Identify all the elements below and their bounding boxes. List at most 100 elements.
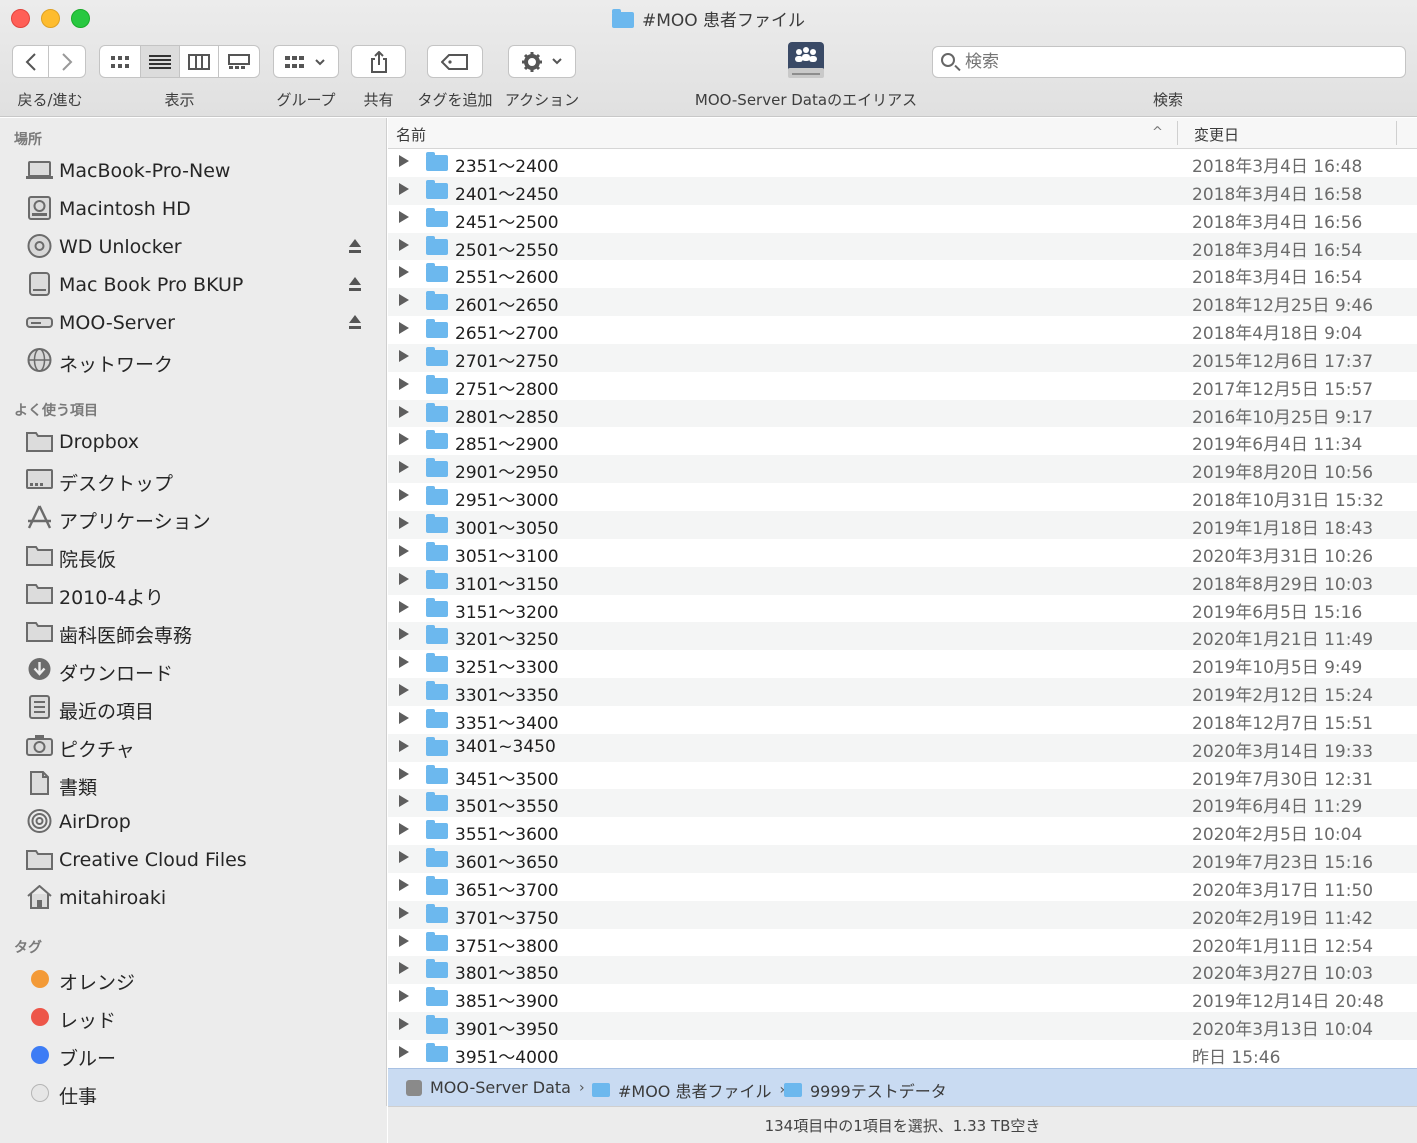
disclosure-triangle-icon[interactable] [399, 851, 409, 864]
disclosure-triangle-icon[interactable] [399, 962, 409, 975]
folder-row[interactable]: 2901〜2950 2019年8月20日 10:56 [388, 455, 1417, 483]
folder-row[interactable]: 3901〜3950 2020年3月13日 10:04 [388, 1012, 1417, 1040]
folder-row[interactable]: 3101〜3150 2018年8月29日 10:03 [388, 566, 1417, 595]
folder-row[interactable]: 3701〜3750 2020年2月19日 11:42 [388, 900, 1417, 929]
disclosure-triangle-icon[interactable] [399, 461, 409, 474]
sidebar-tag-blue[interactable]: ブルー [0, 1038, 386, 1072]
gallery-view-button[interactable] [219, 45, 260, 78]
disclosure-triangle-icon[interactable] [399, 433, 409, 446]
disclosure-triangle-icon[interactable] [399, 934, 409, 947]
search-field[interactable] [932, 46, 1406, 78]
folder-row[interactable]: 3301〜3350 2019年2月12日 15:24 [388, 678, 1417, 706]
folder-row[interactable]: 3401~3450 2020年3月14日 19:33 [388, 733, 1417, 762]
action-button[interactable] [508, 45, 576, 78]
sidebar-item-macbook-pro-new[interactable]: MacBook-Pro-New [0, 154, 386, 188]
sidebar-item-airdrop[interactable]: AirDrop [0, 805, 386, 839]
sidebar-tag-orange[interactable]: オレンジ [0, 962, 386, 996]
disclosure-triangle-icon[interactable] [399, 767, 409, 780]
sidebar-item-macintosh-hd[interactable]: Macintosh HD [0, 192, 386, 226]
folder-row[interactable]: 2551〜2600 2018年3月4日 16:54 [388, 260, 1417, 288]
sidebar-item-mac-book-pro-bkup[interactable]: Mac Book Pro BKUP [0, 268, 386, 302]
column-header-date[interactable]: 変更日 [1194, 124, 1239, 145]
folder-row[interactable]: 3751〜3800 2020年1月11日 12:54 [388, 929, 1417, 957]
disclosure-triangle-icon[interactable] [399, 377, 409, 390]
disclosure-triangle-icon[interactable] [399, 795, 409, 808]
folder-row[interactable]: 2351〜2400 2018年3月4日 16:48 [388, 149, 1417, 177]
disclosure-triangle-icon[interactable] [399, 711, 409, 724]
disclosure-triangle-icon[interactable] [399, 684, 409, 697]
folder-row[interactable]: 2601〜2650 2018年12月25日 9:46 [388, 288, 1417, 316]
folder-row[interactable]: 3801〜3850 2020年3月27日 10:03 [388, 956, 1417, 984]
sidebar-tag-work[interactable]: 仕事 [0, 1076, 386, 1110]
forward-button[interactable] [49, 45, 86, 78]
sidebar-item-pictures[interactable]: ピクチャ [0, 729, 386, 763]
folder-row[interactable]: 2501〜2550 2018年3月4日 16:54 [388, 232, 1417, 261]
disclosure-triangle-icon[interactable] [399, 155, 409, 167]
eject-icon[interactable] [348, 276, 362, 292]
search-input[interactable] [965, 51, 1385, 73]
share-button[interactable] [351, 45, 406, 78]
group-button[interactable] [273, 45, 339, 78]
disclosure-triangle-icon[interactable] [399, 349, 409, 362]
sidebar-item-downloads[interactable]: ダウンロード [0, 653, 386, 687]
sidebar-item-home[interactable]: mitahiroaki [0, 881, 386, 915]
eject-icon[interactable] [348, 314, 362, 330]
folder-row[interactable]: 3451〜3500 2019年7月30日 12:31 [388, 762, 1417, 790]
path-crumb-patient-files[interactable]: #MOO 患者ファイル › [592, 1078, 785, 1102]
folder-row[interactable]: 2651〜2700 2018年4月18日 9:04 [388, 316, 1417, 344]
sidebar-item-applications[interactable]: アプリケーション [0, 501, 386, 535]
disclosure-triangle-icon[interactable] [399, 182, 409, 195]
disclosure-triangle-icon[interactable] [399, 600, 409, 613]
disclosure-triangle-icon[interactable] [399, 1046, 409, 1058]
folder-row[interactable]: 3001〜3050 2019年1月18日 18:43 [388, 510, 1417, 539]
column-divider[interactable] [1177, 121, 1178, 145]
folder-row[interactable]: 3851〜3900 2019年12月14日 20:48 [388, 984, 1417, 1012]
folder-row[interactable]: 3051〜3100 2020年3月31日 10:26 [388, 539, 1417, 567]
folder-row[interactable]: 3251〜3300 2019年10月5日 9:49 [388, 650, 1417, 678]
folder-row[interactable]: 3651〜3700 2020年3月17日 11:50 [388, 873, 1417, 901]
disclosure-triangle-icon[interactable] [399, 628, 409, 641]
folder-row[interactable]: 3551〜3600 2020年2月5日 10:04 [388, 817, 1417, 845]
sidebar-item-folder-incho[interactable]: 院長仮 [0, 539, 386, 573]
disclosure-triangle-icon[interactable] [399, 906, 409, 919]
sidebar-item-moo-server[interactable]: MOO-Server [0, 306, 386, 340]
sidebar-item-network[interactable]: ネットワーク [0, 344, 386, 378]
sidebar-item-folder-dental[interactable]: 歯科医師会専務 [0, 615, 386, 649]
folder-row[interactable]: 2451〜2500 2018年3月4日 16:56 [388, 205, 1417, 233]
column-header-name[interactable]: 名前 [396, 124, 426, 145]
sidebar-item-recents[interactable]: 最近の項目 [0, 691, 386, 725]
disclosure-triangle-icon[interactable] [399, 516, 409, 529]
folder-row[interactable]: 3501〜3550 2019年6月4日 11:29 [388, 789, 1417, 817]
folder-row[interactable]: 3351〜3400 2018年12月7日 15:51 [388, 706, 1417, 734]
folder-row[interactable]: 2701〜2750 2015年12月6日 17:37 [388, 343, 1417, 372]
shared-server-icon[interactable] [784, 40, 828, 82]
list-view-button[interactable] [141, 45, 180, 78]
disclosure-triangle-icon[interactable] [399, 210, 409, 223]
add-tag-button[interactable] [427, 45, 483, 78]
disclosure-triangle-icon[interactable] [399, 238, 409, 251]
disclosure-triangle-icon[interactable] [399, 1018, 409, 1031]
back-button[interactable] [12, 45, 49, 78]
folder-row[interactable]: 3201〜3250 2020年1月21日 11:49 [388, 622, 1417, 650]
sidebar-item-creative-cloud[interactable]: Creative Cloud Files [0, 843, 386, 877]
disclosure-triangle-icon[interactable] [399, 405, 409, 418]
sidebar-item-desktop[interactable]: デスクトップ [0, 463, 386, 497]
eject-icon[interactable] [348, 238, 362, 254]
disclosure-triangle-icon[interactable] [399, 739, 409, 752]
folder-row[interactable]: 2801〜2850 2016年10月25日 9:17 [388, 399, 1417, 428]
disclosure-triangle-icon[interactable] [399, 544, 409, 557]
folder-row[interactable]: 3951〜4000 昨日 15:46 [388, 1040, 1417, 1068]
disclosure-triangle-icon[interactable] [399, 294, 409, 307]
folder-row[interactable]: 3601〜3650 2019年7月23日 15:16 [388, 845, 1417, 873]
folder-row[interactable]: 2401〜2450 2018年3月4日 16:58 [388, 176, 1417, 205]
disclosure-triangle-icon[interactable] [399, 572, 409, 585]
disclosure-triangle-icon[interactable] [399, 878, 409, 891]
sidebar-item-folder-2010-4[interactable]: 2010-4より [0, 577, 386, 611]
sidebar-item-dropbox[interactable]: Dropbox [0, 425, 386, 459]
icon-view-button[interactable] [99, 45, 141, 78]
column-divider[interactable] [1396, 121, 1397, 145]
column-view-button[interactable] [180, 45, 219, 78]
path-crumb-test-data[interactable]: 9999テストデータ [784, 1078, 947, 1102]
disclosure-triangle-icon[interactable] [399, 656, 409, 669]
disclosure-triangle-icon[interactable] [399, 823, 409, 836]
